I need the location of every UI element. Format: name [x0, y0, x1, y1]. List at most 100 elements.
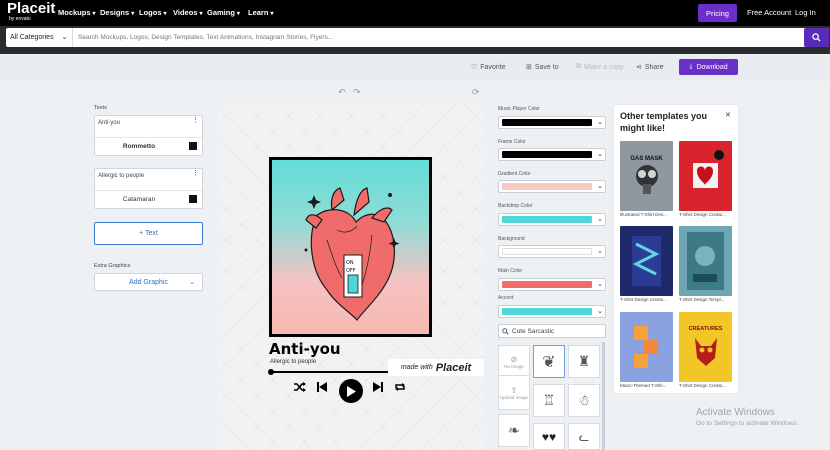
- no-image-option[interactable]: ⊘ No Image: [498, 345, 530, 378]
- nav-gaming[interactable]: Gaming ▾: [207, 8, 240, 17]
- gas-mask-illustration: [635, 165, 658, 194]
- upload-image-option[interactable]: ⇧ Upload Image: [498, 375, 530, 410]
- template-thumbnail[interactable]: [620, 312, 673, 382]
- song-title[interactable]: Anti-you: [269, 340, 341, 358]
- chevron-down-icon: ⌄: [597, 183, 603, 190]
- add-text-button[interactable]: + Text: [94, 222, 203, 245]
- graphic-search-input[interactable]: Cute Sarcastic: [498, 324, 606, 338]
- reset-icon[interactable]: ⟳: [472, 87, 480, 98]
- download-button[interactable]: ⤓ Download: [679, 59, 738, 75]
- chevron-down-icon: ⌄: [597, 281, 603, 288]
- search-button[interactable]: [804, 28, 829, 47]
- graphic-thumb[interactable]: ♜: [568, 345, 600, 378]
- gradient-color-select[interactable]: ⌄: [498, 180, 606, 193]
- nav-logos[interactable]: Logos ▾: [139, 8, 167, 17]
- free-account-link[interactable]: Free Account: [747, 8, 791, 17]
- song-subtitle[interactable]: Allergic to people: [270, 359, 316, 365]
- texts-section-label: Texts: [94, 105, 107, 111]
- login-link[interactable]: Log In: [795, 8, 816, 17]
- text-color-swatch[interactable]: [189, 142, 197, 150]
- template-thumbnail[interactable]: [620, 226, 673, 296]
- category-divider: [72, 28, 73, 47]
- nav-videos[interactable]: Videos ▾: [173, 8, 202, 17]
- add-graphic-button[interactable]: Add Graphic ⌄: [94, 273, 203, 291]
- save-button[interactable]: ⊞ Save to: [526, 63, 559, 72]
- text-card-1: Anti-you ⋮ Rommetto: [94, 115, 203, 156]
- graphic-thumb[interactable]: ❧: [498, 414, 530, 447]
- close-icon[interactable]: ✕: [725, 111, 731, 119]
- color-swatch: [502, 183, 592, 190]
- music-player-color-select[interactable]: ⌄: [498, 116, 606, 129]
- main-color-label: Main Color: [498, 268, 523, 274]
- no-image-icon: ⊘: [510, 354, 518, 364]
- text-color-swatch[interactable]: [189, 195, 197, 203]
- graphics-scrollbar[interactable]: [602, 342, 605, 450]
- accent-label: Accent: [498, 295, 514, 301]
- font-selector[interactable]: Rommetto: [95, 143, 183, 150]
- copy-icon: ⧉: [576, 63, 581, 70]
- graphic-thumb[interactable]: ☃: [568, 384, 600, 417]
- chevron-down-icon: ⌄: [597, 248, 603, 255]
- template-caption[interactable]: T-Shirt Design Templ...: [679, 297, 734, 302]
- abstract-pattern-illustration: [632, 236, 661, 286]
- template-caption[interactable]: T-Shirt Design Creato...: [620, 297, 675, 302]
- more-options-icon[interactable]: ⋮: [192, 117, 199, 124]
- graphic-thumb[interactable]: ᓚ: [568, 423, 600, 450]
- nav-mockups[interactable]: Mockups ▾: [58, 8, 96, 17]
- download-icon: ⤓: [689, 63, 693, 70]
- favorite-button[interactable]: ♡ Favorite: [471, 63, 506, 72]
- gradient-color-label: Gradient Color: [498, 171, 531, 177]
- chevron-down-icon: ⌄: [597, 119, 603, 126]
- template-thumbnail[interactable]: [679, 141, 732, 211]
- template-caption[interactable]: T-Shirt Design Creato...: [679, 383, 734, 388]
- category-select[interactable]: All Categories ⌄: [10, 33, 67, 41]
- search-input[interactable]: [78, 31, 793, 44]
- placeit-logo[interactable]: Placeit by envato: [7, 1, 55, 23]
- template-caption[interactable]: Illustrated T-Shirt Des...: [620, 212, 675, 217]
- pricing-button[interactable]: Pricing: [698, 4, 737, 22]
- graphic-thumb[interactable]: ❦: [533, 345, 565, 378]
- text-value[interactable]: Allergic to people: [98, 173, 144, 179]
- graphic-thumb[interactable]: ♥♥: [533, 423, 565, 450]
- nav-learn[interactable]: Learn ▾: [248, 8, 273, 17]
- frame-color-select[interactable]: ⌄: [498, 148, 606, 161]
- redo-icon[interactable]: ↷: [353, 87, 361, 98]
- templates-title: Other templates you might like!: [620, 111, 708, 133]
- divider: [95, 190, 202, 191]
- undo-icon[interactable]: ↶: [338, 87, 346, 98]
- heart-icon: ♡: [471, 64, 478, 71]
- text-value[interactable]: Anti-you: [98, 120, 120, 126]
- graphic-thumb[interactable]: ♖: [533, 384, 565, 417]
- accent-select[interactable]: ⌄: [498, 305, 606, 318]
- chevron-down-icon: ▾: [199, 11, 203, 17]
- nav-designs[interactable]: Designs ▾: [100, 8, 134, 17]
- play-icon: [339, 379, 363, 403]
- chevron-down-icon: ▾: [270, 11, 274, 17]
- progress-knob: [268, 369, 274, 375]
- chevron-down-icon: ⌄: [61, 34, 68, 41]
- color-swatch: [502, 248, 592, 255]
- search-icon: [812, 33, 821, 42]
- template-caption[interactable]: T-Shirt Design Creato...: [679, 212, 734, 217]
- switch-on-label: ON: [346, 260, 354, 266]
- more-options-icon[interactable]: ⋮: [192, 170, 199, 177]
- template-caption[interactable]: Music-Themed T-Shir...: [620, 383, 675, 388]
- color-swatch: [502, 308, 592, 315]
- share-button[interactable]: ⋖ Share: [636, 63, 664, 72]
- made-with-placeit-badge: made with Placeit: [388, 359, 484, 376]
- color-swatch: [502, 216, 592, 223]
- heart-graphic-icon: ❦: [542, 353, 556, 371]
- color-swatch: [502, 119, 592, 126]
- upload-icon: ⇧: [510, 385, 518, 395]
- template-thumbnail[interactable]: GAS MASK: [620, 141, 673, 211]
- main-color-select[interactable]: ⌄: [498, 278, 606, 291]
- frame-color-label: Frame Color: [498, 139, 526, 145]
- template-thumbnail[interactable]: [679, 226, 732, 296]
- heart-robot-illustration: [693, 150, 724, 188]
- switch-off-label: OFF: [346, 268, 356, 274]
- font-selector[interactable]: Catamaran: [95, 196, 183, 203]
- background-select[interactable]: ⌄: [498, 245, 606, 258]
- backdrop-color-select[interactable]: ⌄: [498, 213, 606, 226]
- make-copy-button[interactable]: ⧉ Make a copy: [576, 63, 624, 71]
- template-thumbnail[interactable]: CREATURES: [679, 312, 732, 382]
